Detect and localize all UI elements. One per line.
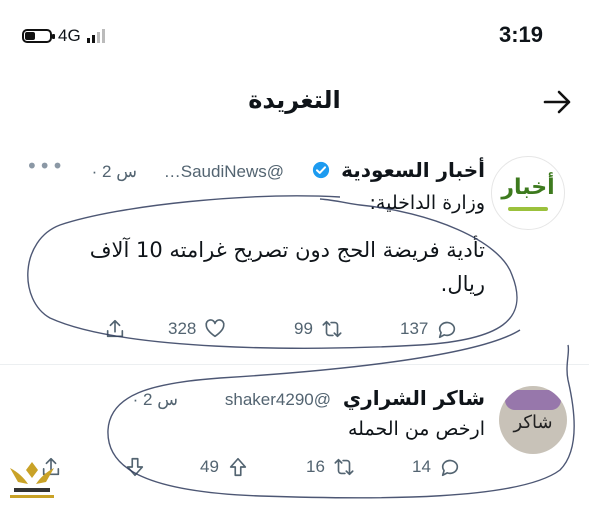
signal-icon: [86, 29, 105, 43]
arrow-down-icon: [126, 457, 144, 477]
status-bar: 4G 3:19: [0, 0, 589, 70]
avatar-lilac-flowers: [505, 390, 561, 410]
reply-button[interactable]: 14: [412, 456, 461, 478]
retweet-icon: [334, 458, 354, 476]
retweet-button[interactable]: 99: [294, 318, 343, 340]
reply-count: 14: [412, 457, 431, 476]
tweet-line: وزارة الداخلية:: [369, 192, 485, 214]
retweet-count: 16: [306, 457, 325, 476]
tweet-actions: 14 16 49: [0, 456, 589, 482]
reply-button[interactable]: 137: [400, 318, 458, 340]
tweet-time: · 2 س: [132, 390, 178, 409]
retweet-button[interactable]: 16: [306, 456, 355, 478]
retweet-icon: [322, 320, 342, 338]
heart-icon: [205, 319, 225, 338]
share-icon: [106, 319, 124, 338]
avatar-logo-text: أخبار: [501, 175, 555, 200]
author-name[interactable]: أخبار السعودية: [308, 158, 485, 182]
retweet-count: 99: [294, 319, 313, 338]
upvote-button[interactable]: 49: [200, 456, 249, 478]
avatar-logo-bar: [508, 207, 548, 211]
more-options-icon[interactable]: •••: [26, 154, 64, 178]
status-left: 4G: [22, 26, 105, 46]
back-arrow-icon[interactable]: [541, 86, 573, 118]
arrow-up-icon: [229, 457, 247, 477]
tweet-actions: 137 99 328: [0, 318, 589, 344]
downvote-button[interactable]: [124, 456, 146, 478]
tweet[interactable]: أخبار أخبار السعودية …SaudiNews@ · 2 س •…: [0, 140, 589, 350]
page-title: التغريدة: [248, 86, 341, 114]
battery-icon: [22, 29, 55, 43]
author-name[interactable]: شاكر الشراري: [343, 386, 485, 410]
reply-count: 137: [400, 319, 429, 338]
tweet-line: ريال.: [440, 271, 485, 296]
tweet-text: ارخص من الحمله: [348, 418, 485, 440]
share-button[interactable]: [104, 318, 126, 340]
like-button[interactable]: 328: [168, 318, 226, 340]
tweet-line: تأدية فريضة الحج دون تصريح غرامته 10 آلا…: [89, 238, 485, 263]
reply-icon: [439, 321, 456, 339]
watermark-emblem: [10, 462, 54, 498]
tweet-text: وزارة الداخلية: تأدية فريضة الحج دون تصر…: [15, 188, 485, 302]
upvote-count: 49: [200, 457, 219, 476]
reply-tweet[interactable]: شاكر شاكر الشراري shaker4290@ · 2 س ارخص…: [0, 370, 589, 508]
divider: [0, 364, 589, 365]
network-label: 4G: [58, 26, 81, 45]
avatar[interactable]: أخبار: [491, 156, 565, 230]
verified-badge-icon: [313, 161, 330, 179]
tweet-time: · 2 س: [91, 162, 137, 181]
status-time: 3:19: [498, 22, 543, 47]
author-handle[interactable]: shaker4290@: [225, 390, 331, 410]
reply-icon: [441, 459, 458, 477]
like-count: 328: [168, 319, 197, 338]
author-handle[interactable]: …SaudiNews@: [164, 162, 284, 182]
author-name-text: أخبار السعودية: [341, 158, 485, 182]
top-bar: التغريدة: [0, 78, 589, 128]
avatar-handwritten-text: شاكر: [513, 412, 553, 433]
handle-text: …SaudiNews@: [163, 162, 284, 181]
handle-text: shaker4290@: [224, 390, 331, 409]
avatar[interactable]: شاكر: [499, 386, 567, 454]
